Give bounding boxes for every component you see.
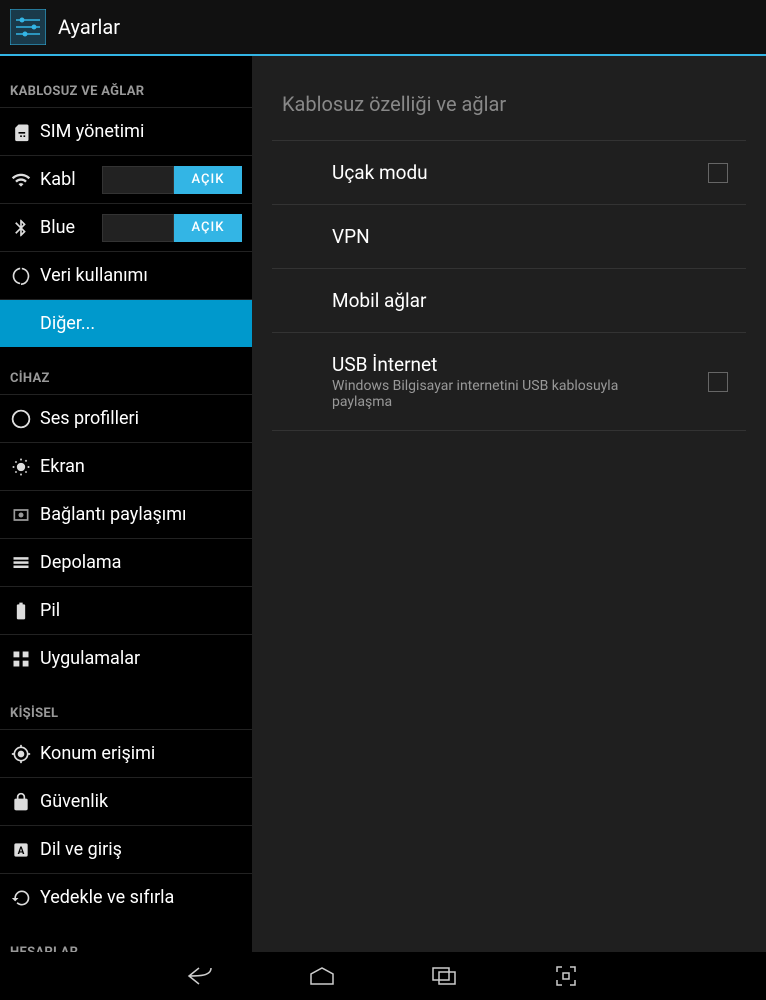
main-item-subtitle: Windows Bilgisayar internetini USB kablo… [332,378,672,410]
settings-app-icon [8,7,48,47]
main-panel: Kablosuz özelliği ve ağlar Uçak modu VPN… [252,56,766,952]
main-item-usb-internet[interactable]: USB İnternet Windows Bilgisayar internet… [272,333,746,431]
sidebar-item-more[interactable]: Diğer... [0,299,252,347]
sidebar-item-bluetooth[interactable]: Blue AÇIK [0,203,252,251]
apps-icon [10,648,32,670]
section-header-personal: KİŞİSEL [0,682,252,729]
storage-icon [10,552,32,574]
sidebar-item-battery[interactable]: Pil [0,586,252,634]
sidebar-item-display[interactable]: Ekran [0,442,252,490]
sidebar-item-language[interactable]: A Dil ve giriş [0,825,252,873]
sidebar-item-location[interactable]: Konum erişimi [0,729,252,777]
main-item-vpn[interactable]: VPN [272,205,746,269]
home-button[interactable] [306,960,338,992]
titlebar: Ayarlar [0,0,766,56]
main-item-mobile-networks[interactable]: Mobil ağlar [272,269,746,333]
data-usage-icon [10,265,32,287]
usb-internet-checkbox[interactable] [708,372,728,392]
sidebar-item-label: Ekran [40,456,242,477]
sidebar-item-label: Kabl [40,169,102,190]
main-item-airplane[interactable]: Uçak modu [272,141,746,205]
sidebar-item-wifi[interactable]: Kabl AÇIK [0,155,252,203]
audio-icon [10,408,32,430]
recent-apps-button[interactable] [428,960,460,992]
display-icon [10,456,32,478]
navigation-bar [0,952,766,1000]
language-icon: A [10,839,32,861]
svg-text:A: A [18,846,25,857]
wifi-icon [10,169,32,191]
sidebar-item-label: Pil [40,600,242,621]
main-title: Kablosuz özelliği ve ağlar [272,56,746,140]
sidebar-item-audio[interactable]: Ses profilleri [0,394,252,442]
battery-icon [10,600,32,622]
sidebar-item-label: Uygulamalar [40,648,242,669]
backup-icon [10,887,32,909]
sidebar-item-label: Yedekle ve sıfırla [40,887,242,908]
blank-icon [10,313,32,335]
switch-thumb: AÇIK [174,214,242,242]
wifi-switch[interactable]: AÇIK [102,166,242,194]
bluetooth-icon [10,217,32,239]
main-item-title: Uçak modu [332,161,708,184]
sidebar: KABLOSUZ VE AĞLAR SIM yönetimi Kabl AÇIK… [0,56,252,952]
sidebar-item-apps[interactable]: Uygulamalar [0,634,252,682]
main-item-title: VPN [332,225,746,248]
screenshot-button[interactable] [550,960,582,992]
section-header-accounts: HESAPLAR [0,921,252,952]
sidebar-item-security[interactable]: Güvenlik [0,777,252,825]
sidebar-item-label: Ses profilleri [40,408,242,429]
sidebar-item-label: Depolama [40,552,242,573]
bluetooth-switch[interactable]: AÇIK [102,214,242,242]
back-button[interactable] [184,960,216,992]
security-icon [10,791,32,813]
sidebar-item-tethering[interactable]: Bağlantı paylaşımı [0,490,252,538]
sidebar-item-label: Konum erişimi [40,743,242,764]
section-header-wireless: KABLOSUZ VE AĞLAR [0,56,252,107]
sidebar-item-data-usage[interactable]: Veri kullanımı [0,251,252,299]
app-title: Ayarlar [58,15,120,39]
sidebar-item-label: Veri kullanımı [40,265,242,286]
sim-icon [10,121,32,143]
section-header-device: CİHAZ [0,347,252,394]
switch-thumb: AÇIK [174,166,242,194]
sidebar-item-label: Blue [40,217,102,238]
location-icon [10,743,32,765]
sidebar-item-backup[interactable]: Yedekle ve sıfırla [0,873,252,921]
sidebar-item-sim[interactable]: SIM yönetimi [0,107,252,155]
airplane-checkbox[interactable] [708,163,728,183]
sidebar-item-storage[interactable]: Depolama [0,538,252,586]
sidebar-item-label: SIM yönetimi [40,121,242,142]
sidebar-item-label: Bağlantı paylaşımı [40,504,242,525]
sidebar-item-label: Güvenlik [40,791,242,812]
sidebar-item-label: Diğer... [40,313,242,334]
tether-icon [10,504,32,526]
sidebar-item-label: Dil ve giriş [40,839,242,860]
main-item-title: Mobil ağlar [332,289,746,312]
main-item-title: USB İnternet [332,353,708,376]
